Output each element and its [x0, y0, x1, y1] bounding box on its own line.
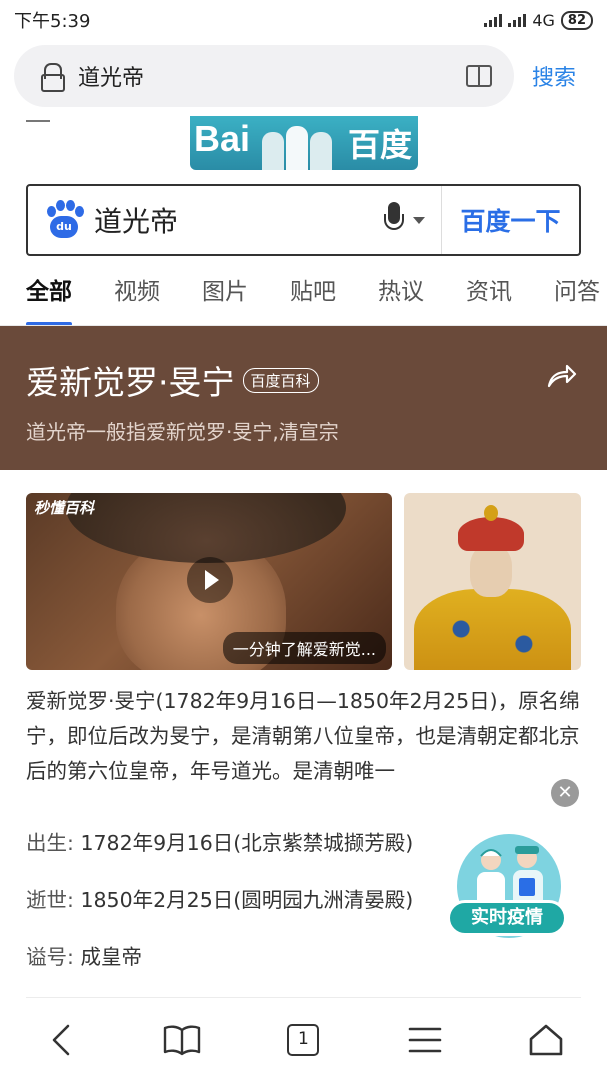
tab-count: 1 [287, 1024, 320, 1056]
entity-title: 爱新觉罗·旻宁 [26, 363, 235, 402]
logo-chinese: 百度 [347, 126, 412, 164]
portrait-robe [414, 589, 571, 670]
microphone-icon[interactable] [379, 202, 409, 238]
portrait-hat [66, 493, 346, 563]
emperor-portrait-image[interactable] [404, 493, 581, 670]
cell-signal-icon [508, 13, 527, 27]
network-type: 4G [532, 10, 555, 30]
epidemic-label: 实时疫情 [447, 900, 567, 936]
baidu-search-button[interactable]: 百度一下 [441, 186, 579, 254]
epidemic-float-button[interactable]: 实时疫情 [447, 830, 567, 945]
info-key: 逝世: [26, 888, 74, 912]
doctors-illustration [477, 846, 543, 908]
content-divider [26, 997, 581, 998]
portrait-hat [458, 517, 524, 551]
tabs-button[interactable]: 1 [273, 1010, 333, 1070]
tab-news[interactable]: 资讯 [466, 266, 512, 326]
lock-icon [40, 63, 65, 92]
info-value: 1782年9月16日(北京紫禁城撷芳殿) [80, 831, 414, 855]
result-tabs: 全部 视频 图片 贴吧 热议 资讯 问答 [26, 266, 607, 326]
address-bar[interactable]: 道光帝 [14, 45, 514, 107]
entity-subtitle: 道光帝一般指爱新觉罗·旻宁,清宣宗 [26, 420, 339, 444]
baidu-search-box: du 道光帝 百度一下 [26, 184, 581, 256]
info-key: 谥号: [26, 945, 74, 969]
doctor-illustration [262, 122, 332, 170]
info-value: 成皇帝 [80, 945, 142, 969]
browser-toolbar: 道光帝 搜索 [0, 44, 607, 108]
address-text[interactable]: 道光帝 [78, 60, 466, 92]
status-indicators: 4G 82 [484, 10, 593, 30]
browser-search-button[interactable]: 搜索 [532, 60, 576, 92]
video-caption: 一分钟了解爱新觉... [222, 632, 386, 664]
tab-all[interactable]: 全部 [26, 266, 72, 326]
tab-tieba[interactable]: 贴吧 [290, 266, 336, 326]
tab-discussion[interactable]: 热议 [378, 266, 424, 326]
paw-text: du [50, 216, 78, 238]
back-button[interactable] [31, 1010, 91, 1070]
book-icon [163, 1025, 201, 1056]
home-button[interactable] [516, 1010, 576, 1070]
baike-tag: 百度百科 [242, 367, 319, 393]
info-posthumous-name: 谥号: 成皇帝 [26, 940, 142, 970]
baidu-paw-icon: du [44, 200, 84, 240]
portrait-hat-finial [484, 505, 498, 521]
video-brand: 秒懂百科 [34, 499, 95, 517]
close-icon[interactable]: ✕ [551, 779, 579, 807]
entity-title-row: 爱新觉罗·旻宁 百度百科 [26, 356, 581, 404]
home-icon [529, 1024, 563, 1056]
tab-video[interactable]: 视频 [114, 266, 160, 326]
entity-card-header[interactable]: 爱新觉罗·旻宁 百度百科 道光帝一般指爱新觉罗·旻宁,清宣宗 [0, 326, 607, 470]
tab-images[interactable]: 图片 [202, 266, 248, 326]
share-icon[interactable] [545, 362, 577, 390]
play-icon[interactable] [187, 557, 233, 603]
info-birth: 出生: 1782年9月16日(北京紫禁城撷芳殿) [26, 826, 413, 856]
battery-icon: 82 [560, 10, 593, 30]
status-time: 下午5:39 [14, 11, 91, 32]
portrait-face [470, 545, 512, 597]
info-value: 1850年2月25日(圆明园九洲清晏殿) [80, 888, 414, 912]
divider-dash [26, 120, 50, 122]
info-death: 逝世: 1850年2月25日(圆明园九洲清晏殿) [26, 883, 413, 913]
video-thumbnail[interactable]: 秒懂百科 一分钟了解爱新觉... [26, 493, 392, 670]
wifi-signal-icon [484, 13, 503, 27]
reader-mode-icon[interactable] [466, 65, 492, 87]
back-icon [52, 1024, 69, 1056]
info-key: 出生: [26, 831, 74, 855]
baidu-logo[interactable]: Bai 百度 [190, 116, 418, 170]
search-input[interactable]: 道光帝 [94, 200, 379, 240]
tab-qa[interactable]: 问答 [554, 266, 600, 326]
bottom-nav: 1 [0, 1000, 607, 1080]
menu-button[interactable] [395, 1010, 455, 1070]
status-bar: 下午5:39 4G 82 [0, 0, 607, 40]
logo-latin: Bai [194, 118, 251, 159]
bookmarks-button[interactable] [152, 1010, 212, 1070]
menu-icon [408, 1027, 442, 1053]
entity-summary[interactable]: 爱新觉罗·旻宁(1782年9月16日—1850年2月25日)，原名绵宁，即位后改… [26, 684, 582, 792]
chevron-down-icon[interactable] [413, 216, 425, 224]
